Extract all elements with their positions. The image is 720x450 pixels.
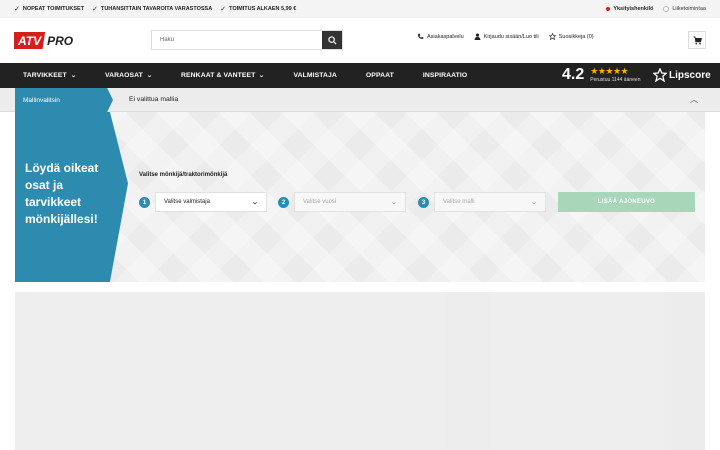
header-links: Asiakaspalvelu Kirjaudu sisään/Luo tili … bbox=[417, 33, 604, 40]
radio-empty-icon bbox=[663, 6, 670, 12]
chevron-down-icon: ⌄ bbox=[250, 199, 260, 206]
customer-type-switch: Yksityishenkilö Liiketoimintaa bbox=[596, 6, 706, 12]
rating-score: 4.2 bbox=[562, 66, 585, 83]
search-box bbox=[151, 30, 343, 50]
favorites-label: Suosikkeja (0) bbox=[558, 33, 594, 40]
nav-item-oppaat[interactable]: OPPAAT bbox=[366, 72, 394, 79]
check-icon: ✓ bbox=[220, 6, 227, 13]
customer-type-private-label: Yksityishenkilö bbox=[613, 6, 654, 12]
login-label: Kirjaudu sisään/Luo tili bbox=[483, 33, 539, 40]
step-model: 3 Valitse malli ⌄ bbox=[418, 192, 546, 212]
nav-label: RENKAAT & VANTEET bbox=[181, 72, 256, 79]
customer-type-business[interactable]: Liiketoimintaa bbox=[663, 6, 706, 12]
chevron-down-icon: ⌄ bbox=[389, 199, 399, 206]
customer-service-label: Asiakaspalvelu bbox=[427, 33, 464, 40]
radio-selected-icon bbox=[606, 7, 611, 11]
model-select-label: Valitse malli bbox=[443, 199, 475, 205]
check-icon: ✓ bbox=[92, 6, 98, 13]
customer-service-link[interactable]: Asiakaspalvelu bbox=[417, 33, 464, 40]
cart-icon bbox=[692, 36, 702, 44]
headline-banner: Löydä oikeat osat ja tarvikkeet mönkijäl… bbox=[15, 112, 128, 282]
nav-item-varaosat[interactable]: VARAOSAT ⌄ bbox=[104, 72, 153, 79]
lipscore-name: Lipscore bbox=[669, 69, 711, 81]
usp-item: ✓ TUHANSITTAIN TAVAROITA VARASTOSSA bbox=[92, 5, 212, 13]
model-selector-bar: Mallinvalitsin Ei valittua mallia ︿ bbox=[0, 88, 720, 112]
nav-item-tarvikkeet[interactable]: TARVIKKEET ⌄ bbox=[23, 72, 77, 79]
login-link[interactable]: Kirjaudu sisään/Luo tili bbox=[474, 33, 539, 40]
nav-label: INSPIRAATIO bbox=[422, 72, 468, 79]
phone-icon bbox=[418, 33, 424, 39]
manufacturer-select[interactable]: Valitse valmistaja ⌄ bbox=[155, 192, 267, 212]
nav-label: OPPAAT bbox=[365, 72, 394, 79]
nav-label: VARAOSAT bbox=[104, 72, 143, 79]
usp-item: ✓ TOIMITUS ALKAEN 5,99 € bbox=[220, 5, 296, 13]
nav-label: VALMISTAJA bbox=[293, 72, 337, 79]
nav-label: TARVIKKEET bbox=[23, 72, 67, 79]
rating-stars: ★★★★★ bbox=[590, 66, 629, 76]
manufacturer-select-label: Valitse valmistaja bbox=[164, 199, 210, 205]
step-year: 2 Valitse vuosi ⌄ bbox=[278, 192, 406, 212]
model-selector-tab[interactable]: Mallinvalitsin bbox=[15, 88, 113, 112]
model-status: Ei valittua mallia bbox=[129, 96, 179, 103]
step-number: 2 bbox=[278, 196, 289, 208]
usp-label: TUHANSITTAIN TAVAROITA VARASTOSSA bbox=[100, 6, 213, 12]
rating-widget[interactable]: 4.2 ★★★★★ Perustuu 1144 ääneen bbox=[562, 66, 640, 84]
star-outline-icon bbox=[548, 33, 556, 40]
usp-item: ✓ NOPEAT TOIMITUKSET bbox=[14, 5, 84, 13]
search-input[interactable] bbox=[152, 31, 322, 49]
selector-title: Valitse mönkijä/traktorimönkijä bbox=[139, 172, 228, 178]
user-icon bbox=[474, 33, 481, 40]
step-manufacturer: 1 Valitse valmistaja ⌄ bbox=[139, 192, 267, 212]
usp-label: TOIMITUS ALKAEN 5,99 € bbox=[229, 6, 297, 12]
rating-info: ★★★★★ Perustuu 1144 ääneen bbox=[590, 66, 641, 84]
year-select-label: Valitse vuosi bbox=[303, 199, 337, 205]
logo-atv: ATV bbox=[14, 32, 46, 49]
nav-item-valmistaja[interactable]: VALMISTAJA bbox=[294, 72, 337, 79]
nav-item-inspiraatio[interactable]: INSPIRAATIO bbox=[423, 72, 467, 79]
chevron-down-icon: ⌄ bbox=[70, 73, 77, 79]
chevron-down-icon: ⌄ bbox=[529, 199, 539, 206]
year-select[interactable]: Valitse vuosi ⌄ bbox=[294, 192, 406, 212]
chevron-up-icon[interactable]: ︿ bbox=[690, 94, 698, 105]
chevron-down-icon: ⌄ bbox=[146, 73, 153, 79]
lipscore-logo[interactable]: Lipscore bbox=[653, 68, 711, 82]
cart-button[interactable] bbox=[688, 31, 706, 49]
nav-item-renkaat-vanteet[interactable]: RENKAAT & VANTEET ⌄ bbox=[181, 72, 266, 79]
logo-pro: PRO bbox=[47, 33, 74, 48]
main-nav: TARVIKKEET ⌄ VARAOSAT ⌄ RENKAAT & VANTEET ⌄… bbox=[0, 63, 720, 88]
usp-bar: ✓ NOPEAT TOIMITUKSET ✓ TUHANSITTAIN TAVARO… bbox=[0, 0, 720, 18]
step-number: 1 bbox=[139, 196, 150, 208]
model-select[interactable]: Valitse malli ⌄ bbox=[434, 192, 546, 212]
check-icon: ✓ bbox=[14, 6, 20, 13]
rating-basis: Perustuu 1144 ääneen bbox=[590, 77, 641, 83]
content-placeholder bbox=[15, 292, 705, 450]
model-selector-panel: Löydä oikeat osat ja tarvikkeet mönkijäl… bbox=[15, 112, 705, 282]
customer-type-business-label: Liiketoimintaa bbox=[672, 6, 706, 12]
lipscore-star-icon bbox=[653, 68, 667, 82]
add-vehicle-button[interactable]: LISÄÄ AJONEUVO bbox=[558, 192, 695, 212]
favorites-link[interactable]: Suosikkeja (0) bbox=[548, 33, 594, 40]
selector-headline: Löydä oikeat osat ja tarvikkeet mönkijäl… bbox=[25, 161, 99, 226]
logo[interactable]: ATV PRO bbox=[14, 32, 73, 49]
step-number: 3 bbox=[418, 196, 429, 208]
customer-type-private[interactable]: Yksityishenkilö bbox=[606, 6, 653, 12]
search-icon bbox=[327, 35, 337, 45]
search-button[interactable] bbox=[322, 31, 342, 49]
chevron-down-icon: ⌄ bbox=[258, 73, 266, 79]
usp-label: NOPEAT TOIMITUKSET bbox=[22, 6, 85, 12]
site-header: ATV PRO Asiakaspalvelu Kirjaudu sisään/L… bbox=[0, 18, 720, 63]
